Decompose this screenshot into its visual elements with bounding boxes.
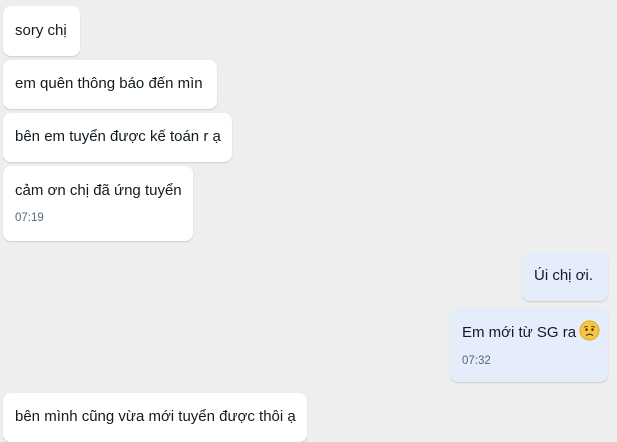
message-bubble-incoming[interactable]: em quên thông báo đến mìn: [3, 60, 217, 109]
message-timestamp: 07:32: [462, 355, 491, 367]
message-text-row: Em mới từ SG ra: [462, 320, 600, 342]
message-timestamp: 07:19: [15, 212, 44, 224]
message-text: em quên thông báo đến mìn: [15, 75, 203, 92]
message-text: cảm ơn chị đã ứng tuyển: [15, 182, 182, 199]
message-bubble-incoming[interactable]: sory chị: [3, 6, 80, 56]
message-bubble-outgoing[interactable]: Úi chị ơi.: [522, 252, 608, 301]
message-text: Em mới từ SG ra: [462, 324, 577, 341]
message-bubble-incoming[interactable]: bên em tuyển được kế toán r ạ: [3, 113, 232, 162]
message-bubble-outgoing[interactable]: Em mới từ SG ra 07:32: [450, 307, 608, 382]
message-bubble-incoming[interactable]: cảm ơn chị đã ứng tuyển 07:19: [3, 166, 193, 241]
message-bubble-incoming[interactable]: bên mình cũng vừa mới tuyển được thôi ạ: [3, 393, 307, 442]
message-text: bên mình cũng vừa mới tuyển được thôi ạ: [15, 408, 296, 425]
message-text: sory chị: [15, 22, 67, 39]
message-text: Úi chị ơi.: [534, 267, 594, 284]
message-text: bên em tuyển được kế toán r ạ: [15, 128, 221, 145]
worried-face-emoji: [579, 320, 600, 341]
